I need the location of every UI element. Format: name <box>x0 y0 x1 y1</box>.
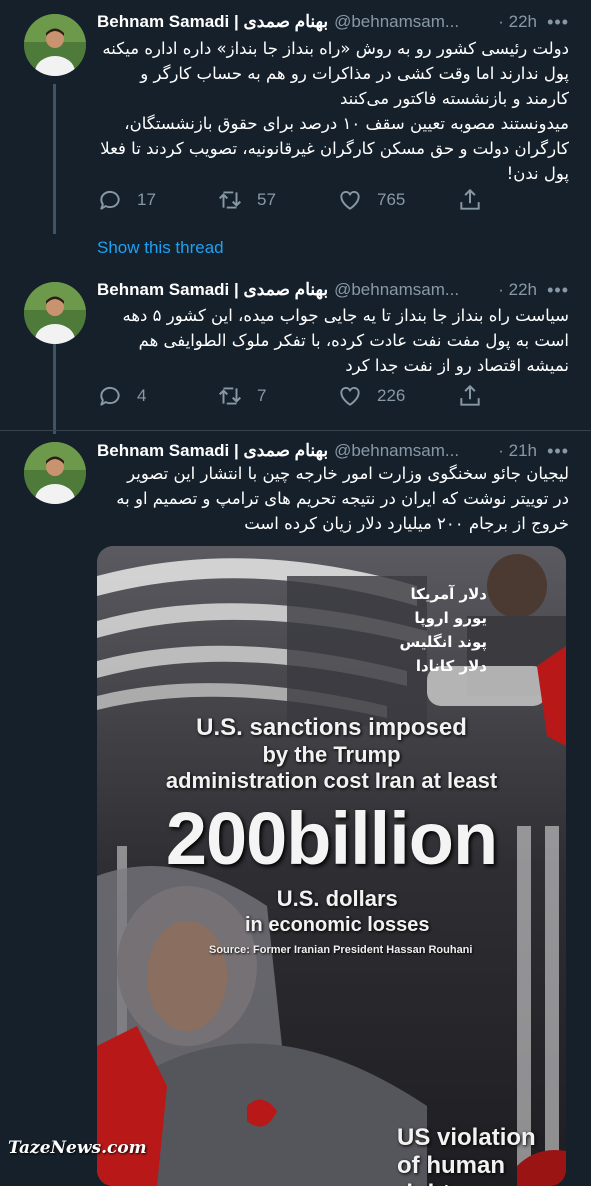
currency-label: پوند انگلیس <box>399 633 487 651</box>
headline-line: U.S. sanctions imposed <box>196 714 467 741</box>
image-subtitle: U.S. dollars in economic losses <box>245 886 430 938</box>
retweet-count: 7 <box>257 386 267 405</box>
share-button[interactable] <box>457 383 497 409</box>
like-button[interactable]: 765 <box>337 187 457 213</box>
image-headline: U.S. sanctions imposed by the Trump admi… <box>97 714 566 794</box>
image-source: Source: Former Iranian President Hassan … <box>209 944 473 956</box>
big-number: 200billion <box>165 797 498 880</box>
currency-label: یورو اروپا <box>414 609 487 627</box>
currency-labels: دلار آمریکا یورو اروپا پوند انگلیس دلار … <box>367 582 487 678</box>
bottom-line: US violation <box>397 1124 536 1151</box>
tweet-1[interactable]: Behnam Samadi | بهنام صمدی @behnamsam...… <box>0 0 591 270</box>
avatar[interactable] <box>24 282 86 344</box>
like-count: 226 <box>377 386 406 405</box>
tweet-time[interactable]: · 22h <box>498 12 537 32</box>
author-handle[interactable]: @behnamsam... <box>334 280 494 300</box>
author-name[interactable]: Behnam Samadi | بهنام صمدی <box>97 12 328 32</box>
tweet-2[interactable]: Behnam Samadi | بهنام صمدی @behnamsam...… <box>0 270 591 435</box>
tweet-actions: 17 57 765 <box>97 185 497 215</box>
tweet-time[interactable]: · 22h <box>498 280 537 300</box>
tweet-header: Behnam Samadi | بهنام صمدی @behnamsam...… <box>97 10 569 34</box>
share-icon <box>460 188 480 210</box>
share-button[interactable] <box>457 187 497 213</box>
avatar[interactable] <box>24 14 86 76</box>
heart-icon <box>340 191 360 210</box>
heart-icon <box>340 387 360 406</box>
avatar[interactable] <box>24 442 86 504</box>
subtitle-line: U.S. dollars <box>276 886 398 911</box>
reply-button[interactable]: 17 <box>97 187 217 213</box>
author-name[interactable]: Behnam Samadi | بهنام صمدی <box>97 280 328 300</box>
headline-line: by the Trump <box>262 742 401 767</box>
reply-icon <box>100 386 120 406</box>
author-name[interactable]: Behnam Samadi | بهنام صمدی <box>97 441 328 461</box>
retweet-button[interactable]: 7 <box>217 383 337 409</box>
currency-label: دلار آمریکا <box>410 585 487 603</box>
retweet-button[interactable]: 57 <box>217 187 337 213</box>
like-count: 765 <box>377 190 406 209</box>
retweet-icon <box>219 387 241 405</box>
reply-button[interactable]: 4 <box>97 383 217 409</box>
share-icon <box>460 384 480 406</box>
more-dots-icon[interactable]: ••• <box>545 280 569 301</box>
tweet-text: لیجیان جائو سخنگوی وزارت امور خارجه چین … <box>116 464 569 533</box>
tweet-header: Behnam Samadi | بهنام صمدی @behnamsam...… <box>97 278 569 302</box>
reply-count: 17 <box>137 190 156 209</box>
retweet-count: 57 <box>257 190 276 209</box>
bottom-line: of human rights <box>397 1152 505 1186</box>
author-handle[interactable]: @behnamsam... <box>334 12 494 32</box>
author-handle[interactable]: @behnamsam... <box>334 441 494 461</box>
more-dots-icon[interactable]: ••• <box>545 12 569 33</box>
tweet-text: سیاست راه بنداز جا بنداز تا یه جایی جواب… <box>122 306 569 375</box>
tweet-time[interactable]: · 21h <box>498 441 537 461</box>
like-button[interactable]: 226 <box>337 383 457 409</box>
tweet-media-image[interactable]: دلار آمریکا یورو اروپا پوند انگلیس دلار … <box>97 546 566 1186</box>
image-bottom-text: US violation of human rights <box>397 1124 566 1186</box>
reply-icon <box>100 190 120 210</box>
tweet-text: دولت رئیسی کشور رو به روش «راه بنداز جا … <box>100 39 569 183</box>
watermark: TazeNews.com <box>8 1138 147 1158</box>
show-thread-link[interactable]: Show this thread <box>97 238 224 258</box>
currency-label: دلار کانادا <box>415 657 487 675</box>
headline-line: administration cost Iran at least <box>165 768 498 793</box>
tweet-actions: 4 7 226 <box>97 381 497 411</box>
reply-count: 4 <box>137 386 147 405</box>
more-dots-icon[interactable]: ••• <box>545 441 569 462</box>
tweet-header: Behnam Samadi | بهنام صمدی @behnamsam...… <box>97 439 569 463</box>
retweet-icon <box>219 191 241 209</box>
subtitle-line: in economic losses <box>245 914 430 936</box>
